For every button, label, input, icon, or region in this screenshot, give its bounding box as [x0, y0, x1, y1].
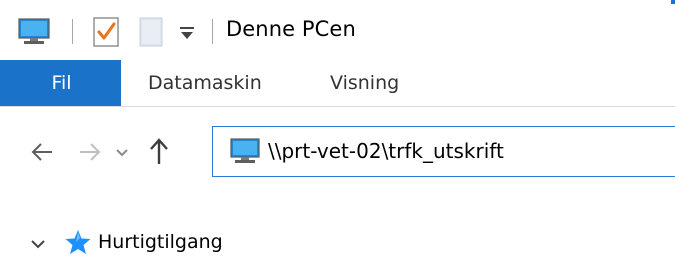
new-folder-icon[interactable]	[138, 16, 164, 48]
up-arrow-icon[interactable]	[148, 137, 170, 165]
back-arrow-icon[interactable]	[30, 141, 54, 163]
address-bar[interactable]: \\prt-vet-02\trfk_utskrift	[212, 126, 675, 177]
toolbar-separator	[212, 19, 213, 44]
tab-view[interactable]: Visning	[330, 60, 399, 106]
customize-dropdown-icon[interactable]	[178, 24, 196, 42]
properties-icon[interactable]	[92, 16, 122, 48]
chevron-down-icon[interactable]	[30, 236, 46, 250]
star-icon	[64, 228, 92, 256]
title-bar: Denne PCen	[0, 0, 675, 60]
tab-computer[interactable]: Datamaskin	[148, 60, 262, 106]
navigation-pane: Hurtigtilgang	[0, 220, 675, 260]
ribbon-tabs: Fil Datamaskin Visning	[0, 60, 675, 106]
address-input[interactable]: \\prt-vet-02\trfk_utskrift	[268, 139, 504, 163]
this-pc-icon[interactable]	[18, 18, 50, 46]
window-title: Denne PCen	[226, 17, 356, 41]
file-explorer-window: Denne PCen Fil Datamaskin Visning \\prt-…	[0, 0, 675, 260]
nav-item-quick-access[interactable]: Hurtigtilgang	[98, 231, 223, 253]
recent-locations-icon[interactable]	[114, 145, 130, 159]
toolbar-separator	[72, 19, 73, 44]
forward-arrow-icon[interactable]	[78, 141, 102, 163]
title-accent	[671, 0, 675, 4]
computer-icon	[230, 137, 260, 165]
navigation-bar: \\prt-vet-02\trfk_utskrift	[0, 107, 675, 193]
tab-file[interactable]: Fil	[0, 60, 121, 106]
